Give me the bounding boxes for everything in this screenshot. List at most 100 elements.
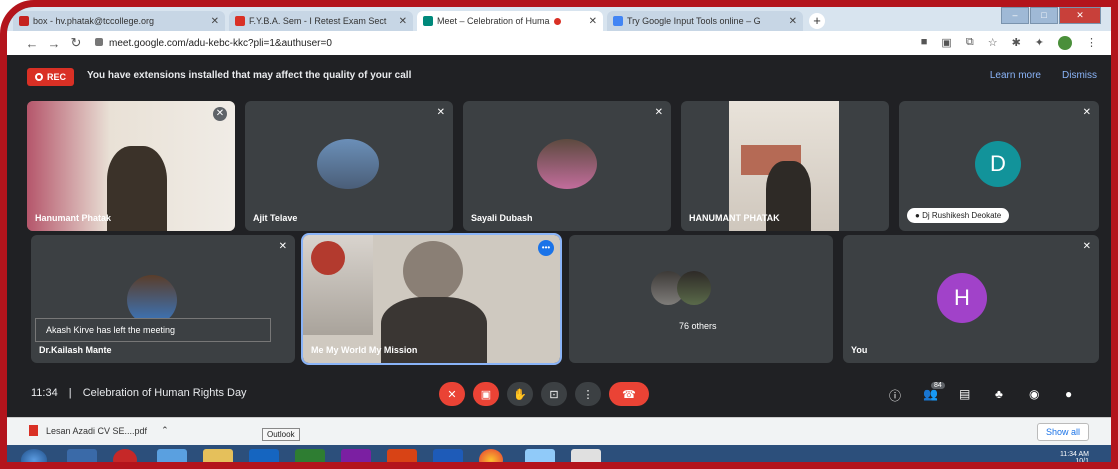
tab-label: F.Y.B.A. Sem - I Retest Exam Sect <box>249 16 387 26</box>
video-tile-hanumant-phatak-2[interactable]: HANUMANT PHATAK <box>681 101 889 231</box>
dismiss-button[interactable]: Dismiss <box>1062 70 1097 81</box>
toolbar-icons: ■ ▣ ⧉ ☆ ✱ ✦ ⋮ <box>921 36 1097 50</box>
screen-icon[interactable]: ▣ <box>941 36 951 50</box>
word-icon[interactable] <box>433 449 463 462</box>
bulb-icon[interactable]: ● <box>1065 387 1072 401</box>
present-icon: ⊡ <box>549 388 559 401</box>
video-tile-me-my-world[interactable]: ••• Me My World My Mission <box>301 233 562 365</box>
avatar-letter: D <box>975 141 1021 187</box>
new-tab-button[interactable]: + <box>809 13 825 29</box>
excel-icon[interactable] <box>295 449 325 462</box>
learn-more-link[interactable]: Learn more <box>990 70 1041 81</box>
tab-inbox[interactable]: box - hv.phatak@tccollege.org ✕ <box>13 11 225 31</box>
others-count: 76 others <box>679 321 717 331</box>
video-tile-sayali-dubash[interactable]: ✕ Sayali Dubash <box>463 101 671 231</box>
video-tile-others[interactable]: 76 others <box>569 235 833 363</box>
info-icon[interactable]: ⓘ <box>889 387 901 404</box>
app-icon-2[interactable] <box>525 449 555 462</box>
lock-icon <box>95 37 103 46</box>
meeting-title: Celebration of Human Rights Day <box>82 387 247 399</box>
raise-hand-button[interactable]: ✋ <box>507 382 533 406</box>
close-icon[interactable]: ✕ <box>583 16 597 27</box>
chevron-up-icon[interactable]: ⌃ <box>161 425 169 436</box>
tab-input-tools[interactable]: Try Google Input Tools online – G ✕ <box>607 11 803 31</box>
mic-off-icon: ✕ <box>654 107 663 118</box>
tab-label: box - hv.phatak@tccollege.org <box>33 16 155 26</box>
reload-icon[interactable]: ↻ <box>65 35 87 51</box>
participant-name: Me My World My Mission <box>311 345 418 355</box>
close-icon[interactable]: ✕ <box>783 16 797 27</box>
person-head <box>403 241 463 301</box>
avatar <box>537 139 597 189</box>
tab-label: Meet – Celebration of Huma <box>437 16 550 26</box>
star-icon[interactable]: ☆ <box>988 36 998 50</box>
tab-meet[interactable]: Meet – Celebration of Huma ✕ <box>417 11 603 31</box>
rec-badge: REC <box>27 68 75 86</box>
mic-off-icon: ✕ <box>213 107 227 121</box>
emblem-logo <box>311 241 345 275</box>
pdf-icon <box>29 425 38 436</box>
close-window-button[interactable]: ✕ <box>1059 7 1101 24</box>
people-icon[interactable]: 👥 84 <box>923 382 945 401</box>
video-tile-kailash-mante[interactable]: ✕ Dr.Kailash Mante <box>31 235 295 363</box>
hand-icon: ✋ <box>513 388 527 401</box>
mic-off-icon: ✕ <box>436 107 445 118</box>
activities-icon[interactable]: ♣ <box>995 387 1003 401</box>
back-icon[interactable]: ← <box>21 36 43 51</box>
participants-badge: 84 <box>931 382 945 389</box>
video-tile-hanumant-phatak[interactable]: ✕ Hanumant Phatak <box>27 101 235 231</box>
person-silhouette <box>107 146 167 231</box>
video-tile-ajit-telave[interactable]: ✕ Ajit Telave <box>245 101 453 231</box>
download-filename: Lesan Azadi CV SE....pdf <box>46 425 148 436</box>
present-button[interactable]: ⊡ <box>541 382 567 406</box>
app-icon[interactable] <box>157 449 187 462</box>
extension-icon[interactable]: ✱ <box>1012 36 1021 50</box>
extension-warning-banner: REC You have extensions installed that m… <box>7 55 1111 99</box>
meeting-time: 11:34 <box>31 387 58 399</box>
clock-date: 10/1 <box>1075 458 1089 465</box>
window-controls: – □ ✕ <box>1000 7 1101 24</box>
close-icon[interactable]: ✕ <box>393 16 407 27</box>
camera-icon[interactable]: ■ <box>921 36 928 50</box>
folder-icon[interactable] <box>203 449 233 462</box>
google-app-icon[interactable] <box>571 449 601 462</box>
onenote-icon[interactable] <box>341 449 371 462</box>
powerpoint-icon[interactable] <box>387 449 417 462</box>
video-tile-you[interactable]: H ✕ You <box>843 235 1099 363</box>
download-item[interactable]: Lesan Azadi CV SE....pdf ⌃ <box>29 425 169 436</box>
meeting-info: 11:34 | Celebration of Human Rights Day <box>31 387 247 399</box>
video-tile-dj-rushikesh-deokate[interactable]: D ✕ ● Dj Rushikesh Deokate <box>899 101 1099 231</box>
mic-toggle-button[interactable]: ✕ <box>439 382 465 406</box>
chat-icon[interactable]: ▤ <box>959 387 970 401</box>
banner-message: You have extensions installed that may a… <box>87 70 412 81</box>
maximize-button[interactable]: □ <box>1030 7 1058 24</box>
tab-exam-section[interactable]: F.Y.B.A. Sem - I Retest Exam Sect ✕ <box>229 11 413 31</box>
host-controls-icon[interactable]: ◉ <box>1029 387 1039 401</box>
profile-avatar[interactable] <box>1058 36 1072 50</box>
close-icon[interactable]: ✕ <box>205 16 219 27</box>
outlook-icon[interactable] <box>249 449 279 462</box>
puzzle-icon[interactable]: ✦ <box>1035 36 1044 50</box>
mic-off-icon: ✕ <box>447 388 457 401</box>
camera-toggle-button[interactable]: ▣ <box>473 382 499 406</box>
tab-label: Try Google Input Tools online – G <box>627 16 761 26</box>
show-all-button[interactable]: Show all <box>1036 423 1089 441</box>
system-clock[interactable]: 11:34 AM 10/1 <box>1060 451 1089 465</box>
more-options-button[interactable]: ⋮ <box>575 382 601 406</box>
participant-name: Ajit Telave <box>253 213 298 223</box>
more-icon: ⋮ <box>582 388 594 401</box>
start-button[interactable] <box>21 449 47 462</box>
meet-icon <box>423 16 433 26</box>
minimize-button[interactable]: – <box>1001 7 1029 24</box>
menu-icon[interactable]: ⋮ <box>1086 36 1097 50</box>
pin-icon: ● <box>915 211 920 220</box>
separator: | <box>68 387 72 399</box>
forward-icon[interactable]: → <box>43 36 65 51</box>
share-icon[interactable]: ⧉ <box>966 36 974 50</box>
ie-icon[interactable] <box>67 449 97 462</box>
leave-call-button[interactable]: ☎ <box>609 382 649 406</box>
url-field[interactable]: meet.google.com/adu-kebc-kkc?pli=1&authu… <box>95 37 332 49</box>
chrome-icon[interactable] <box>479 449 503 462</box>
opera-icon[interactable] <box>113 449 137 462</box>
hang-up-icon: ☎ <box>622 388 636 401</box>
